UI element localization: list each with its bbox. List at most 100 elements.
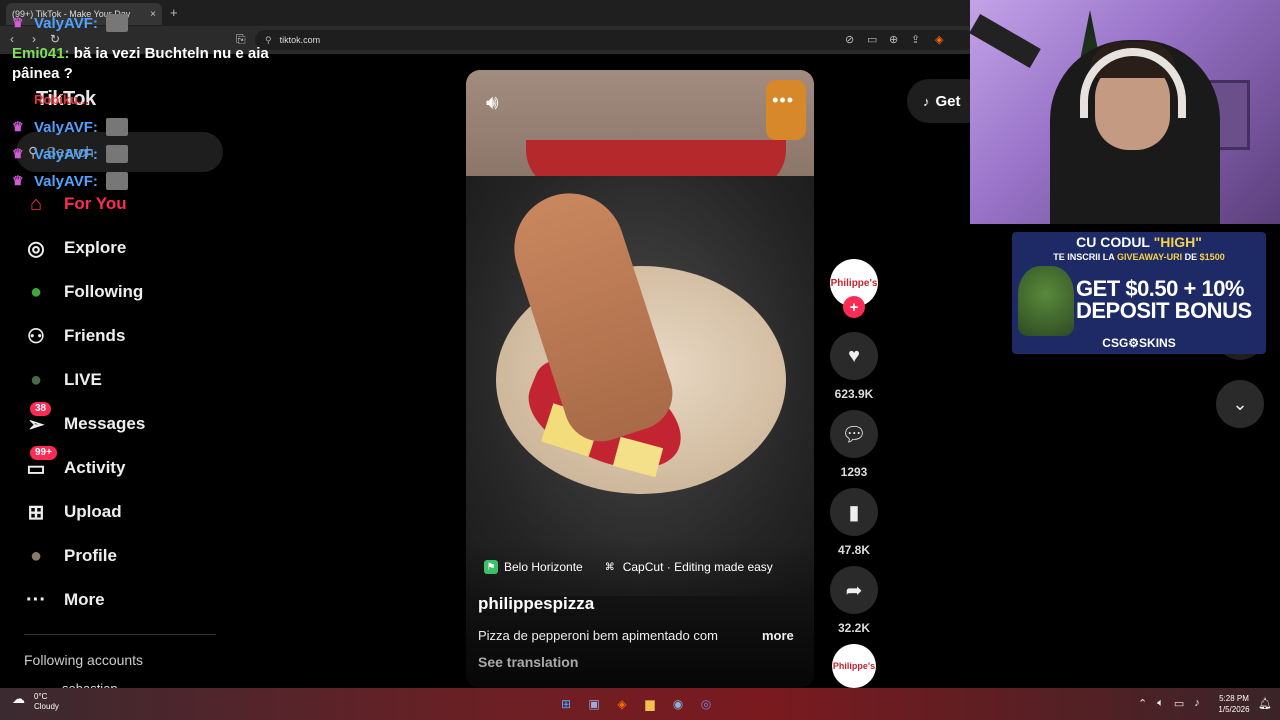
sidebar-item-label: Activity bbox=[64, 458, 126, 477]
sound-disc-avatar[interactable]: Philippe's bbox=[832, 644, 876, 688]
ad-headline: CU CODUL "HIGH" bbox=[1012, 234, 1266, 250]
volume-icon[interactable]: ♪ bbox=[1194, 697, 1200, 710]
close-tab-icon[interactable]: × bbox=[150, 9, 156, 20]
sound-disc-label: Philippe's bbox=[832, 661, 876, 671]
chat-badge-icon: ♛ bbox=[12, 146, 24, 161]
steam-icon[interactable]: ◉ bbox=[668, 694, 688, 714]
sidebar-item-explore[interactable]: ◎ Explore bbox=[20, 226, 220, 270]
sidebar-item-profile[interactable]: ● Profile bbox=[20, 534, 220, 578]
upload-icon: ⊞ bbox=[27, 501, 45, 524]
sidebar-item-label: Explore bbox=[64, 238, 127, 257]
following-accounts-title: Following accounts bbox=[24, 652, 144, 668]
chat-username: ValyAVF: bbox=[34, 172, 98, 190]
bookmark-icon: ▮ bbox=[848, 501, 860, 524]
ad-subline: TE INSCRII LA GIVEAWAY-URI DE $1500 bbox=[1012, 252, 1266, 262]
next-video-button[interactable]: ⌄ bbox=[1216, 380, 1264, 428]
see-translation-link[interactable]: See translation bbox=[478, 654, 578, 670]
video-caption: Pizza de pepperoni bem apimentado com bbox=[478, 628, 718, 643]
capcut-tag[interactable]: ⌘ CapCut · Editing made easy bbox=[603, 560, 773, 574]
profile-avatar-icon: ● bbox=[29, 544, 43, 567]
file-explorer-icon[interactable]: ▆ bbox=[640, 694, 660, 714]
like-button[interactable]: ♥ bbox=[830, 332, 878, 380]
sidebar-item-label: LIVE bbox=[64, 370, 102, 389]
save-button[interactable]: ▮ bbox=[830, 488, 878, 536]
share-count: 32.2K bbox=[837, 621, 871, 635]
tray-overflow-icon[interactable]: ⌃ bbox=[1138, 697, 1147, 710]
speaker-icon[interactable]: 🔈︎ bbox=[1157, 697, 1164, 710]
windows-start-icon[interactable]: ⊞ bbox=[556, 694, 576, 714]
video-tags: ⚑ Belo Horizonte ⌘ CapCut · Editing made… bbox=[484, 560, 773, 574]
task-view-icon[interactable]: ▣ bbox=[584, 694, 604, 714]
creator-avatar-label: Philippe's bbox=[830, 277, 878, 289]
system-clock[interactable]: 5:28 PM 1/5/2026 bbox=[1212, 693, 1256, 715]
sidebar-item-label: For You bbox=[64, 194, 127, 213]
weather-condition: Cloudy bbox=[34, 702, 59, 711]
video-player[interactable]: 🔊︎ ••• ⚑ Belo Horizonte ⌘ CapCut · Editi… bbox=[466, 70, 814, 688]
cloud-icon: ☁ bbox=[12, 691, 25, 706]
chat-badge-icon: ♛ bbox=[12, 15, 24, 30]
get-app-button[interactable]: ♪ Get bbox=[907, 79, 970, 123]
mute-icon[interactable]: ⊘ bbox=[845, 33, 854, 46]
following-account-item[interactable]: sebastian bbox=[62, 681, 118, 688]
sidebar-item-more[interactable]: ··· More bbox=[20, 578, 220, 622]
sidebar-item-label: Messages bbox=[64, 414, 146, 433]
messages-badge: 38 bbox=[30, 402, 52, 416]
location-label: Belo Horizonte bbox=[504, 560, 583, 574]
sidebar-divider bbox=[24, 634, 216, 635]
browser-tab-bar: (99+) TikTok - Make Your Day × + bbox=[0, 0, 970, 26]
follow-plus-button[interactable]: + bbox=[843, 296, 865, 318]
weather-widget[interactable]: ☁ 0°C Cloudy bbox=[12, 692, 59, 712]
ad-subline-text: TE INSCRII LA bbox=[1053, 252, 1117, 262]
sidebar-item-activity[interactable]: ▭ 99+ Activity bbox=[20, 446, 220, 490]
ad-offer-line2: DEPOSIT BONUS bbox=[1076, 298, 1252, 323]
volume-icon[interactable]: 🔊︎ bbox=[486, 92, 499, 115]
share-button[interactable]: ➦ bbox=[830, 566, 878, 614]
zoom-icon[interactable]: ⊕ bbox=[889, 33, 898, 46]
sidebar-item-following[interactable]: ● Following bbox=[20, 270, 220, 314]
video-author[interactable]: philippespizza bbox=[478, 594, 594, 614]
chat-badge-icon: ♛ bbox=[12, 173, 24, 188]
sidebar-item-label: Upload bbox=[64, 502, 122, 521]
sidebar-item-label: Friends bbox=[64, 326, 126, 345]
clock-date: 1/5/2026 bbox=[1218, 705, 1250, 714]
live-avatar-icon: ● bbox=[29, 368, 43, 391]
brave-shield-icon[interactable]: ◈ bbox=[935, 33, 943, 46]
network-icon[interactable]: ▭ bbox=[1174, 697, 1184, 710]
chat-line: ♛ ValyAVF: bbox=[12, 145, 128, 163]
comment-button[interactable]: 💬︎ bbox=[830, 410, 878, 458]
sidebar-item-friends[interactable]: ⚇ Friends bbox=[20, 314, 220, 358]
system-tray: ⌃ 🔈︎ ▭ ♪ bbox=[1138, 697, 1200, 710]
share-icon[interactable]: ⇪ bbox=[911, 33, 920, 46]
discord-icon[interactable]: ◎ bbox=[696, 694, 716, 714]
chat-username: ValyAVF: bbox=[34, 118, 98, 136]
notification-bell-icon[interactable]: 🔔︎ bbox=[1258, 697, 1272, 710]
weather-temp: 0°C bbox=[34, 692, 48, 701]
friends-icon: ⚇ bbox=[27, 325, 45, 348]
sidebar-item-live[interactable]: ● LIVE bbox=[20, 358, 220, 402]
new-tab-button[interactable]: + bbox=[170, 5, 178, 20]
url-text: tiktok.com bbox=[279, 35, 321, 45]
following-avatar-icon: ● bbox=[29, 280, 43, 303]
caption-more-button[interactable]: more bbox=[762, 628, 794, 643]
sidebar-item-upload[interactable]: ⊞ Upload bbox=[20, 490, 220, 534]
ad-brand: CSG⚙SKINS bbox=[1102, 336, 1176, 350]
cast-icon[interactable]: ▭ bbox=[867, 33, 877, 46]
sidebar-item-messages[interactable]: ➢ 38 Messages bbox=[20, 402, 220, 446]
ad-mascot bbox=[1018, 266, 1074, 336]
sidebar-item-label: Following bbox=[64, 282, 144, 301]
chat-username: ValyAVF: bbox=[34, 14, 98, 32]
compass-icon: ◎ bbox=[27, 237, 45, 260]
taskbar-apps: ⊞ ▣ ◈ ▆ ◉ ◎ bbox=[556, 694, 716, 714]
chat-line: ♛ ValyAVF: bbox=[12, 118, 128, 136]
more-options-icon[interactable]: ••• bbox=[772, 90, 794, 111]
sidebar-nav: ⌂ For You ◎ Explore ● Following ⚇ Friend… bbox=[20, 182, 220, 622]
chat-message: Emi041: bă ia vezi Buchteln nu e aia pâi… bbox=[12, 44, 282, 84]
sponsor-ad: CU CODUL "HIGH" TE INSCRII LA GIVEAWAY-U… bbox=[1012, 232, 1266, 354]
chat-line: ♛ ValyAVF: bbox=[12, 14, 128, 32]
chat-emote bbox=[105, 145, 128, 163]
brave-browser-icon[interactable]: ◈ bbox=[612, 694, 632, 714]
comment-count: 1293 bbox=[840, 465, 868, 479]
location-tag[interactable]: ⚑ Belo Horizonte bbox=[484, 560, 583, 574]
save-count: 47.8K bbox=[837, 543, 871, 557]
get-app-label: Get bbox=[935, 92, 961, 110]
